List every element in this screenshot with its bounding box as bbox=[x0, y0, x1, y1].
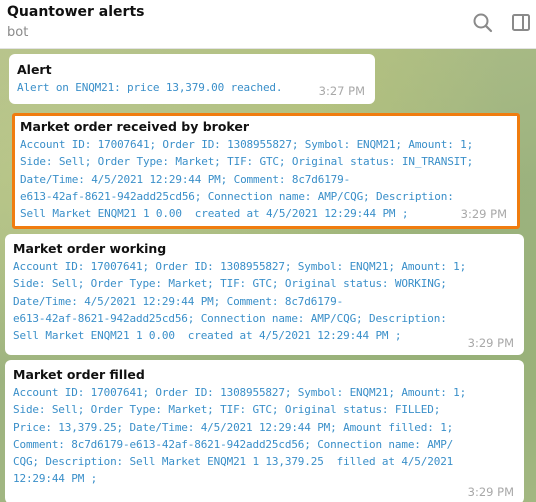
message-order-received-highlighted[interactable]: Market order received by broker Account … bbox=[12, 113, 520, 229]
message-line: Comment: 8c7d6179-e613-42af-8621-942add2… bbox=[13, 437, 454, 451]
chat-subtitle: bot bbox=[7, 25, 29, 40]
message-time: 3:27 PM bbox=[318, 84, 365, 98]
sidebar-toggle-icon[interactable] bbox=[511, 12, 533, 34]
chat-header: Quantower alerts bot bbox=[0, 0, 536, 49]
message-title: Market order received by broker bbox=[20, 119, 250, 134]
message-body: Account ID: 17007641; Order ID: 13089558… bbox=[13, 384, 516, 488]
message-time: 3:29 PM bbox=[467, 485, 514, 499]
message-title: Market order working bbox=[13, 241, 167, 256]
message-time: 3:29 PM bbox=[467, 336, 514, 350]
message-line: Account ID: 17007641; Order ID: 13089558… bbox=[20, 138, 474, 151]
chat-title[interactable]: Quantower alerts bbox=[7, 4, 144, 20]
message-line: 12:29:44 PM ; bbox=[13, 472, 98, 486]
message-line: CQG; Description: Sell Market ENQM21 1 1… bbox=[13, 455, 454, 469]
message-body: Account ID: 17007641; Order ID: 13089558… bbox=[20, 136, 512, 222]
message-alert[interactable]: Alert Alert on ENQM21: price 13,379.00 r… bbox=[9, 54, 375, 104]
message-line: Date/Time: 4/5/2021 12:29:44 PM; Comment… bbox=[20, 172, 351, 186]
message-line: Sell Market ENQM21 1 0.00 created at 4/5… bbox=[20, 207, 409, 221]
message-line: Account ID: 17007641; Order ID: 13089558… bbox=[13, 260, 467, 273]
message-body: Account ID: 17007641; Order ID: 13089558… bbox=[13, 258, 516, 344]
message-line: e613-42af-8621-942add25cd56; Connection … bbox=[13, 311, 447, 325]
message-line: Account ID: 17007641; Order ID: 13089558… bbox=[13, 386, 467, 399]
message-line: Date/Time: 4/5/2021 12:29:44 PM; Comment… bbox=[13, 294, 344, 308]
message-line: e613-42af-8621-942add25cd56; Connection … bbox=[20, 189, 454, 203]
message-list[interactable]: Alert Alert on ENQM21: price 13,379.00 r… bbox=[0, 48, 536, 502]
message-order-working[interactable]: Market order working Account ID: 1700764… bbox=[5, 234, 524, 355]
message-line: Alert on ENQM21: price 13,379.00 reached… bbox=[17, 81, 283, 94]
message-line: Price: 13,379.25; Date/Time: 4/5/2021 12… bbox=[13, 420, 454, 434]
message-title: Alert bbox=[17, 62, 52, 77]
message-line: Sell Market ENQM21 1 0.00 created at 4/5… bbox=[13, 329, 402, 343]
message-title: Market order filled bbox=[13, 367, 145, 382]
search-icon[interactable] bbox=[472, 12, 494, 34]
message-line: Side: Sell; Order Type: Market; TIF: GTC… bbox=[13, 277, 447, 291]
message-order-filled[interactable]: Market order filled Account ID: 17007641… bbox=[5, 360, 524, 502]
message-line: Side: Sell; Order Type: Market; TIF: GTC… bbox=[13, 403, 441, 417]
message-time: 3:29 PM bbox=[460, 207, 507, 221]
message-body: Alert on ENQM21: price 13,379.00 reached… bbox=[17, 79, 367, 96]
message-line: Side: Sell; Order Type: Market; TIF: GTC… bbox=[20, 155, 474, 169]
